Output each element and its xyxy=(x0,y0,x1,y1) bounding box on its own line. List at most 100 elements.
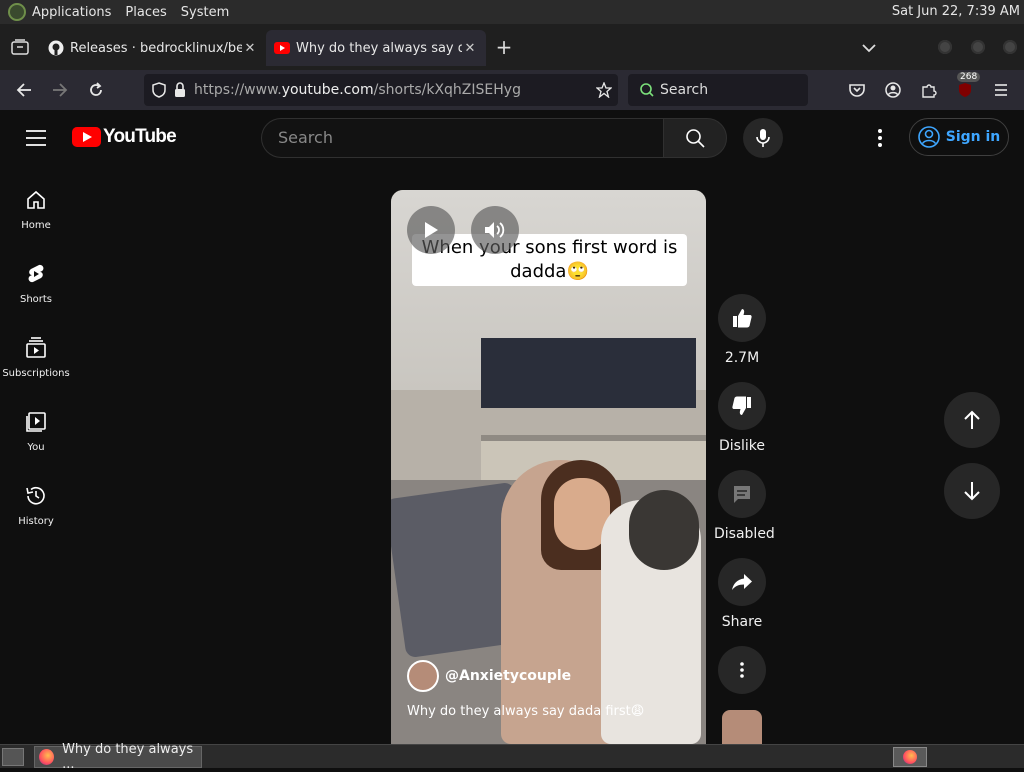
comments-circle[interactable] xyxy=(718,470,766,518)
address-bar[interactable]: https://www.youtube.com/shorts/kXqhZISEH… xyxy=(144,74,618,106)
more-actions-button[interactable] xyxy=(714,646,770,702)
distro-logo-icon[interactable] xyxy=(8,3,26,21)
channel-name[interactable]: @Anxietycouple xyxy=(445,668,571,684)
list-all-tabs-chevron-icon[interactable] xyxy=(862,38,876,57)
comment-icon xyxy=(734,486,750,503)
more-vert-icon xyxy=(740,662,744,678)
sidebar-item-label: Shorts xyxy=(19,294,53,305)
minimize-window-button[interactable] xyxy=(938,40,952,54)
app-menu-icon[interactable] xyxy=(989,78,1013,102)
tab-releases[interactable]: Releases · bedrocklinux/bed ✕ xyxy=(40,30,266,66)
sign-in-button[interactable]: Sign in xyxy=(909,118,1009,156)
forward-button[interactable] xyxy=(42,72,78,108)
dislike-button[interactable]: Dislike xyxy=(714,382,770,454)
dislike-circle[interactable] xyxy=(718,382,766,430)
extensions-puzzle-icon[interactable] xyxy=(917,78,941,102)
search-icon xyxy=(686,129,705,148)
ublock-extension-icon[interactable]: 268 xyxy=(953,72,981,102)
share-circle[interactable] xyxy=(718,558,766,606)
places-menu[interactable]: Places xyxy=(125,5,166,20)
youtube-icon xyxy=(274,40,290,56)
system-menu[interactable]: System xyxy=(181,5,229,20)
sidebar-item-subscriptions[interactable]: Subscriptions xyxy=(0,336,72,379)
firefox-icon xyxy=(39,749,55,765)
short-title[interactable]: Why do they always say dada first😩 xyxy=(407,704,644,719)
clock[interactable]: Sat Jun 22, 7:39 AM xyxy=(892,4,1020,19)
subscriptions-icon xyxy=(26,337,46,358)
share-arrow-icon xyxy=(732,574,752,590)
sign-in-label: Sign in xyxy=(945,129,1001,145)
channel-avatar[interactable] xyxy=(407,660,439,692)
previous-short-button[interactable] xyxy=(944,392,1000,448)
search-engine-icon xyxy=(640,83,654,97)
thumbs-up-icon xyxy=(733,309,752,328)
sidebar-item-label: Subscriptions xyxy=(2,368,70,379)
shield-icon[interactable] xyxy=(152,82,166,98)
pocket-icon[interactable] xyxy=(845,78,869,102)
comments-button[interactable]: Disabled xyxy=(714,470,775,542)
bookmark-star-icon[interactable] xyxy=(596,82,612,98)
youtube-logo[interactable]: YouTube xyxy=(72,126,177,148)
extension-badge: 268 xyxy=(957,72,981,82)
short-video-player[interactable]: When your sons first word is dadda🙄 @Anx… xyxy=(391,190,706,744)
thumbs-down-icon xyxy=(732,396,751,415)
like-circle[interactable] xyxy=(718,294,766,342)
youtube-header: YouTube Search Sign in xyxy=(0,110,1024,166)
system-top-bar: Applications Places System Sat Jun 22, 7… xyxy=(0,0,1024,24)
tab-title: Releases · bedrocklinux/bed xyxy=(70,40,242,56)
more-actions-circle[interactable] xyxy=(718,646,766,694)
channel-link[interactable]: @Anxietycouple xyxy=(407,660,571,692)
back-button[interactable] xyxy=(6,72,42,108)
reload-icon xyxy=(90,82,102,96)
github-icon xyxy=(48,40,64,56)
close-window-button[interactable] xyxy=(1003,40,1017,54)
firefox-icon xyxy=(903,750,917,764)
tab-list-icon xyxy=(11,39,29,55)
arrow-down-icon xyxy=(964,482,980,501)
sidebar-item-label: Home xyxy=(21,220,51,231)
youtube-search-button[interactable] xyxy=(663,118,727,158)
youtube-wordmark: YouTube xyxy=(103,126,177,147)
share-button[interactable]: Share xyxy=(714,558,770,630)
new-tab-button[interactable]: + xyxy=(486,35,522,59)
sidebar-item-home[interactable]: Home xyxy=(0,188,72,231)
play-button[interactable] xyxy=(407,206,455,254)
sidebar-item-you[interactable]: You xyxy=(0,410,72,453)
reload-button[interactable] xyxy=(78,72,114,108)
browser-search-field[interactable]: Search xyxy=(628,74,808,106)
video-caption-overlay: When your sons first word is dadda🙄 xyxy=(412,234,687,286)
applications-menu[interactable]: Applications xyxy=(32,5,111,20)
lock-icon[interactable] xyxy=(174,82,186,98)
sidebar-item-label: History xyxy=(18,516,54,527)
url-text: https://www.youtube.com/shorts/kXqhZISEH… xyxy=(194,82,521,98)
youtube-search-input[interactable]: Search xyxy=(261,118,663,158)
guide-menu-icon[interactable] xyxy=(24,128,48,148)
share-label: Share xyxy=(721,614,763,630)
show-desktop-button[interactable] xyxy=(2,748,24,766)
close-tab-icon[interactable]: ✕ xyxy=(462,41,478,56)
account-icon[interactable] xyxy=(881,78,905,102)
volume-icon xyxy=(485,222,505,238)
microphone-icon xyxy=(756,129,770,147)
arrow-up-icon xyxy=(964,410,980,429)
volume-button[interactable] xyxy=(471,206,519,254)
workspace-switcher[interactable] xyxy=(893,747,927,767)
like-count: 2.7M xyxy=(724,350,760,366)
sidebar-item-history[interactable]: History xyxy=(0,484,72,527)
browser-tab-bar: Releases · bedrocklinux/bed ✕ Why do the… xyxy=(0,24,1024,70)
tab-youtube-short[interactable]: Why do they always say dad ✕ xyxy=(266,30,486,66)
bottom-taskbar: Why do they always ... xyxy=(0,742,1024,772)
taskbar-window-firefox[interactable]: Why do they always ... xyxy=(34,742,202,772)
voice-search-button[interactable] xyxy=(743,118,783,158)
settings-more-icon[interactable] xyxy=(868,126,892,150)
sidebar-item-shorts[interactable]: Shorts xyxy=(0,262,72,305)
tab-list-button[interactable] xyxy=(0,24,40,70)
dislike-label: Dislike xyxy=(719,438,765,454)
like-button[interactable]: 2.7M xyxy=(714,294,770,366)
next-short-button[interactable] xyxy=(944,463,1000,519)
close-tab-icon[interactable]: ✕ xyxy=(242,41,258,56)
maximize-window-button[interactable] xyxy=(971,40,985,54)
comments-label: Disabled xyxy=(714,526,775,542)
sound-source-thumbnail[interactable] xyxy=(722,710,762,744)
sidebar-item-label: You xyxy=(27,442,45,453)
